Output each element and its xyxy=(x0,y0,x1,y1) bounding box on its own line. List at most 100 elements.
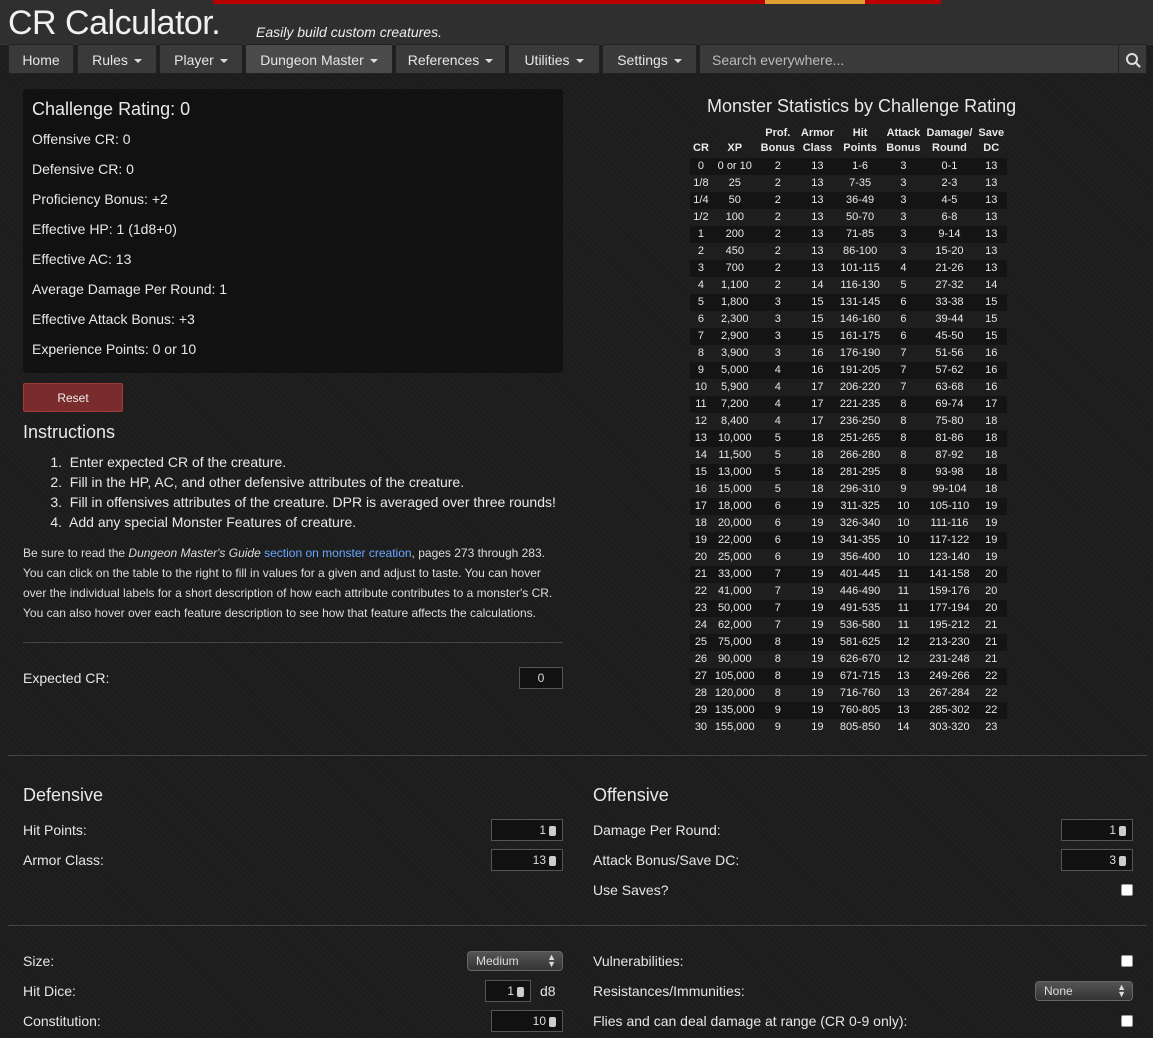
table-cell: 2 xyxy=(774,177,781,189)
table-row[interactable]: 5 1,800 3 15 131-145 6 33-38 15 xyxy=(690,294,1008,311)
average-dpr[interactable]: Average Damage Per Round: 1 xyxy=(32,278,554,308)
table-cell: 93-98 xyxy=(935,466,964,478)
table-row[interactable]: 21 33,000 7 19 401-445 11 141-158 20 xyxy=(690,566,1008,583)
flies-checkbox[interactable] xyxy=(1121,1015,1133,1027)
nav-home[interactable]: Home xyxy=(8,44,74,74)
nav-rules[interactable]: Rules xyxy=(77,44,157,74)
table-row[interactable]: 15 13,000 5 18 281-295 8 93-98 18 xyxy=(690,464,1008,481)
table-cell: 13 xyxy=(985,262,998,274)
table-cell: 17 xyxy=(694,500,708,512)
list-item: 4. Add any special Monster Features of c… xyxy=(50,514,357,530)
table-row[interactable]: 29 135,000 9 19 760-805 13 285-302 22 xyxy=(690,702,1008,719)
effective-hp[interactable]: Effective HP: 1 (1d8+0) xyxy=(32,218,554,248)
use-saves-checkbox[interactable] xyxy=(1121,884,1133,896)
table-row[interactable]: 22 41,000 7 19 446-490 11 159-176 20 xyxy=(690,583,1008,600)
table-row[interactable]: 4 1,100 2 14 116-130 5 27-32 14 xyxy=(690,277,1008,294)
armor-class-input[interactable]: 13 xyxy=(491,849,563,871)
spinner-icon[interactable] xyxy=(549,1016,556,1027)
table-row[interactable]: 30 155,000 9 19 805-850 14 303-320 23 xyxy=(690,719,1008,736)
nav-player[interactable]: Player xyxy=(159,44,243,74)
table-row[interactable]: 20 25,000 6 19 356-400 10 123-140 19 xyxy=(690,549,1008,566)
table-row[interactable]: 1/4 50 2 13 36-49 3 4-5 13 xyxy=(690,192,1008,209)
table-row[interactable]: 1/2 100 2 13 50-70 3 6-8 13 xyxy=(690,209,1008,226)
dpr-input[interactable]: 1 xyxy=(1061,819,1133,841)
table-row[interactable]: 6 2,300 3 15 146-160 6 39-44 15 xyxy=(690,311,1008,328)
nav-references[interactable]: References xyxy=(395,44,506,74)
table-row[interactable]: 2 450 2 13 86-100 3 15-20 13 xyxy=(690,243,1008,260)
monster-stats-table[interactable]: CR XP Prof. Bonus Armor Class Hit Points Attack B… xyxy=(690,126,1008,736)
spinner-icon[interactable] xyxy=(549,825,556,836)
resistances-select[interactable]: None ▲ ▼ xyxy=(1035,981,1133,1001)
table-row[interactable]: 23 50,000 7 19 491-535 11 177-194 20 xyxy=(690,600,1008,617)
defensive-cr[interactable]: Defensive CR: 0 xyxy=(32,158,554,188)
monster-creation-link[interactable]: section on monster creation xyxy=(264,546,411,560)
nav-settings[interactable]: Settings xyxy=(602,44,697,74)
table-row[interactable]: 1/8 25 2 13 7-35 3 2-3 13 xyxy=(690,175,1008,192)
spinner-icon[interactable] xyxy=(1119,855,1126,866)
table-cell: 5 xyxy=(697,296,704,308)
spinner-icon[interactable] xyxy=(517,986,524,997)
table-row[interactable]: 8 3,900 3 16 176-190 7 51-56 16 xyxy=(690,345,1008,362)
table-cell: 1 xyxy=(697,228,704,240)
offensive-cr[interactable]: Offensive CR: 0 xyxy=(32,128,554,158)
table-cell: 14 xyxy=(985,279,998,291)
table-row[interactable]: 12 8,400 4 17 236-250 8 75-80 18 xyxy=(690,413,1008,430)
constitution-input[interactable]: 10 xyxy=(491,1010,563,1032)
table-cell: 2 xyxy=(774,194,781,206)
caret-down-icon xyxy=(673,59,682,64)
search-button[interactable] xyxy=(1118,44,1147,74)
table-cell: 3 xyxy=(900,177,907,189)
table-row[interactable]: 19 22,000 6 19 341-355 10 117-122 19 xyxy=(690,532,1008,549)
table-row[interactable]: 13 10,000 5 18 251-265 8 81-86 18 xyxy=(690,430,1008,447)
spinner-icon[interactable] xyxy=(549,855,556,866)
caret-down-icon xyxy=(133,59,142,64)
table-cell: 206-220 xyxy=(839,381,881,393)
table-row[interactable]: 28 120,000 8 19 716-760 13 267-284 22 xyxy=(690,685,1008,702)
effective-ac[interactable]: Effective AC: 13 xyxy=(32,248,554,278)
use-saves-label: Use Saves? xyxy=(593,882,669,898)
attack-bonus-label: Attack Bonus/Save DC: xyxy=(593,852,740,868)
table-cell: 50-70 xyxy=(846,211,875,223)
attack-bonus-input[interactable]: 3 xyxy=(1061,849,1133,871)
table-row[interactable]: 16 15,000 5 18 296-310 9 99-104 18 xyxy=(690,481,1008,498)
table-row[interactable]: 27 105,000 8 19 671-715 13 249-266 22 xyxy=(690,668,1008,685)
table-row[interactable]: 0 0 or 10 2 13 1-6 3 0-1 13 xyxy=(690,158,1008,175)
nav-utilities[interactable]: Utilities xyxy=(508,44,600,74)
table-row[interactable]: 24 62,000 7 19 536-580 11 195-212 21 xyxy=(690,617,1008,634)
table-row[interactable]: 26 90,000 8 19 626-670 12 231-248 21 xyxy=(690,651,1008,668)
table-cell: 446-490 xyxy=(839,585,881,597)
spinner-icon[interactable] xyxy=(1119,825,1126,836)
hit-points-input[interactable]: 1 xyxy=(491,819,563,841)
table-row[interactable]: 7 2,900 3 15 161-175 6 45-50 15 xyxy=(690,328,1008,345)
search-icon xyxy=(1126,53,1141,68)
effective-attack-bonus[interactable]: Effective Attack Bonus: +3 xyxy=(32,308,554,338)
search-input[interactable]: Search everywhere... xyxy=(699,44,1119,74)
table-row[interactable]: 1 200 2 13 71-85 3 9-14 13 xyxy=(690,226,1008,243)
table-row[interactable]: 9 5,000 4 16 191-205 7 57-62 16 xyxy=(690,362,1008,379)
table-cell: 20 xyxy=(985,602,998,614)
ad-banner-image xyxy=(765,0,865,4)
size-select[interactable]: Medium ▲ ▼ xyxy=(467,951,563,971)
table-row[interactable]: 10 5,900 4 17 206-220 7 63-68 16 xyxy=(690,379,1008,396)
nav-dungeon-master[interactable]: Dungeon Master xyxy=(245,44,393,74)
table-cell: 12 xyxy=(897,653,910,665)
table-cell: 19 xyxy=(811,534,824,546)
table-row[interactable]: 14 11,500 5 18 266-280 8 87-92 18 xyxy=(690,447,1008,464)
table-cell: 700 xyxy=(725,262,744,274)
reset-button[interactable]: Reset xyxy=(23,383,123,412)
site-logo[interactable]: CR Calculator. xyxy=(8,4,221,43)
table-cell: 15 xyxy=(811,330,824,342)
table-row[interactable]: 3 700 2 13 101-115 4 21-26 13 xyxy=(690,260,1008,277)
table-cell: 6 xyxy=(697,313,704,325)
table-row[interactable]: 18 20,000 6 19 326-340 10 111-116 19 xyxy=(690,515,1008,532)
hit-dice-input[interactable]: 1 xyxy=(485,980,531,1002)
table-row[interactable]: 25 75,000 8 19 581-625 12 213-230 21 xyxy=(690,634,1008,651)
vulnerabilities-checkbox[interactable] xyxy=(1121,955,1133,967)
expected-cr-input[interactable]: 0 xyxy=(519,667,563,689)
column-header: Prof. Bonus xyxy=(760,127,795,154)
table-row[interactable]: 17 18,000 6 19 311-325 10 105-110 19 xyxy=(690,498,1008,515)
table-cell: 7 xyxy=(900,347,907,359)
table-body: 00 or 10 2 13 1-6 3 0-1 13 1/8 25 2 13 7-35 3 2-3 13 1/… xyxy=(690,158,1008,736)
table-row[interactable]: 11 7,200 4 17 221-235 8 69-74 17 xyxy=(690,396,1008,413)
table-cell: 0 xyxy=(697,160,704,172)
